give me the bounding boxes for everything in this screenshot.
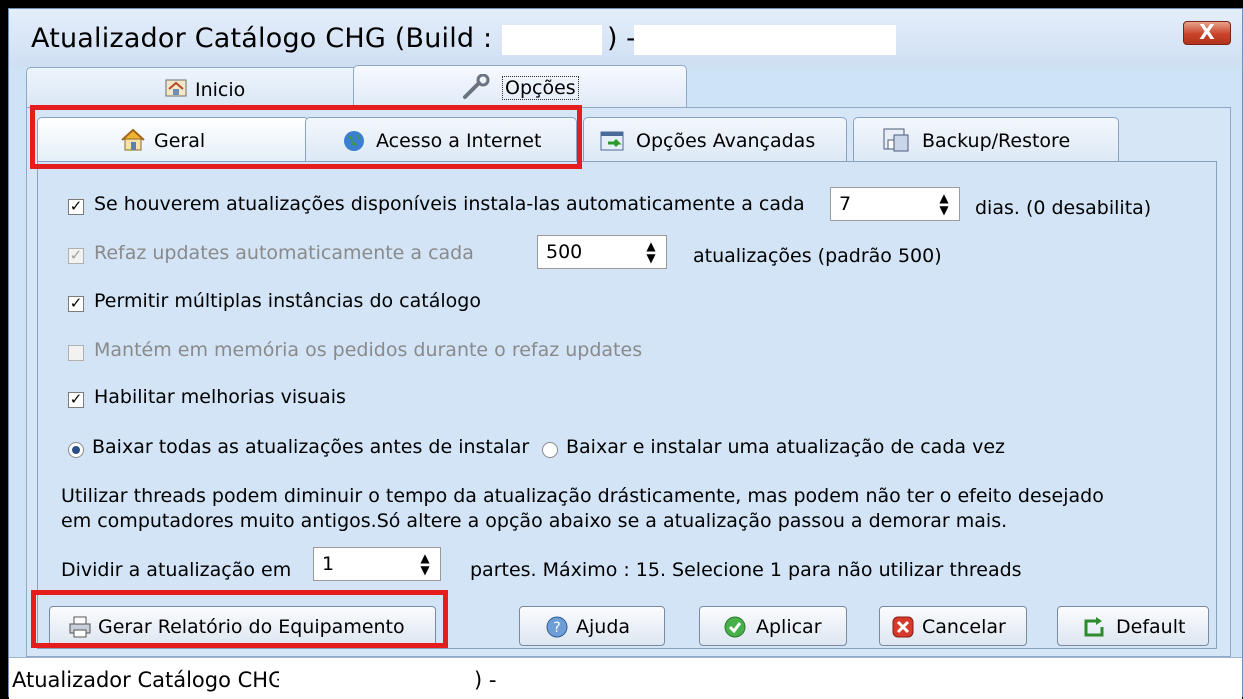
default-button[interactable]: Default bbox=[1057, 606, 1209, 646]
download-all-radio[interactable] bbox=[68, 442, 84, 458]
auto-install-days-value: 7 bbox=[839, 193, 852, 215]
title-bar: Atualizador Catálogo CHG (Build : ) - X bbox=[9, 9, 1242, 67]
refaz-updates-value: 500 bbox=[546, 241, 583, 263]
refaz-updates-checkbox[interactable]: ✓ bbox=[68, 248, 84, 264]
keep-orders-label: Mantém em memória os pedidos durante o r… bbox=[94, 339, 643, 361]
tab-acesso-internet[interactable]: Acesso a Internet bbox=[305, 117, 577, 163]
printer-icon bbox=[68, 616, 92, 643]
help-label: Ajuda bbox=[576, 616, 631, 638]
default-label: Default bbox=[1116, 616, 1186, 638]
threads-note-line2: em computadores muito antigos.Só altere … bbox=[61, 510, 1008, 532]
title-build-redacted bbox=[502, 25, 602, 55]
status-bar: Atualizador Catálogo CHG (Build : ) - bbox=[9, 657, 1242, 699]
multi-instances-label: Permitir múltiplas instâncias do catálog… bbox=[94, 290, 481, 312]
window-title: Atualizador Catálogo CHG (Build : bbox=[31, 23, 493, 54]
threads-note-line1: Utilizar threads podem diminuir o tempo … bbox=[61, 485, 1104, 507]
refaz-updates-suffix: atualizações (padrão 500) bbox=[693, 245, 942, 267]
auto-install-days-spinner[interactable]: 7 ▲ ▼ bbox=[830, 187, 960, 221]
status-build-redacted bbox=[279, 662, 467, 694]
split-label: Dividir a atualização em bbox=[61, 559, 292, 581]
status-version-redacted bbox=[496, 662, 758, 694]
house-icon bbox=[120, 128, 146, 157]
tab-inicio-label: Inicio bbox=[195, 79, 246, 101]
tab-opcoes-label: Opções bbox=[502, 76, 579, 100]
tab-backup-restore[interactable]: Backup/Restore bbox=[853, 117, 1119, 163]
arrow-window-icon bbox=[600, 130, 626, 157]
help-button[interactable]: ? Ajuda bbox=[519, 606, 665, 646]
visual-improvements-label: Habilitar melhorias visuais bbox=[94, 386, 346, 408]
house-icon bbox=[165, 79, 187, 102]
tab-inicio[interactable]: Inicio bbox=[26, 67, 362, 107]
apply-button[interactable]: Aplicar bbox=[699, 606, 847, 646]
apply-label: Aplicar bbox=[756, 616, 822, 638]
auto-install-checkbox[interactable]: ✓ bbox=[68, 199, 84, 215]
wrench-icon bbox=[462, 73, 492, 105]
tab-opcoes[interactable]: Opções bbox=[353, 65, 687, 109]
generate-report-button[interactable]: Gerar Relatório do Equipamento bbox=[49, 606, 436, 646]
spinner-arrows-icon[interactable]: ▲ ▼ bbox=[644, 240, 658, 264]
tab-geral-label: Geral bbox=[154, 130, 206, 152]
auto-install-suffix: dias. (0 desabilita) bbox=[975, 197, 1152, 219]
cancel-icon bbox=[892, 616, 914, 643]
tab-acesso-internet-label: Acesso a Internet bbox=[376, 130, 542, 152]
tab-opcoes-avancadas-label: Opções Avançadas bbox=[636, 130, 816, 152]
split-suffix: partes. Máximo : 15. Selecione 1 para nã… bbox=[470, 559, 1022, 581]
floppy-icon bbox=[882, 127, 910, 158]
close-button[interactable]: X bbox=[1183, 21, 1231, 45]
multi-instances-checkbox[interactable]: ✓ bbox=[68, 296, 84, 312]
split-spinner[interactable]: 1 ▲ ▼ bbox=[313, 547, 441, 581]
refaz-updates-spinner[interactable]: 500 ▲ ▼ bbox=[537, 235, 667, 269]
app-window: Atualizador Catálogo CHG (Build : ) - X … bbox=[8, 8, 1243, 699]
refaz-updates-label: Refaz updates automaticamente a cada bbox=[94, 242, 474, 264]
globe-icon bbox=[342, 129, 366, 158]
svg-text:?: ? bbox=[553, 620, 560, 636]
reset-icon bbox=[1082, 616, 1106, 643]
close-icon: X bbox=[1199, 20, 1215, 44]
download-one-radio[interactable] bbox=[542, 442, 558, 458]
cancel-label: Cancelar bbox=[922, 616, 1006, 638]
spinner-arrows-icon[interactable]: ▲ ▼ bbox=[418, 552, 432, 576]
check-icon bbox=[724, 616, 746, 643]
download-one-label: Baixar e instalar uma atualização de cad… bbox=[566, 436, 1005, 458]
tab-opcoes-avancadas[interactable]: Opções Avançadas bbox=[583, 117, 847, 163]
split-value: 1 bbox=[322, 553, 335, 575]
title-dash: ) - bbox=[607, 23, 636, 54]
status-dash: ) - bbox=[474, 668, 497, 692]
spinner-arrows-icon[interactable]: ▲ ▼ bbox=[937, 192, 951, 216]
auto-install-label: Se houverem atualizações disponíveis ins… bbox=[94, 193, 805, 215]
visual-improvements-checkbox[interactable]: ✓ bbox=[68, 392, 84, 408]
keep-orders-checkbox[interactable] bbox=[68, 345, 84, 361]
cancel-button[interactable]: Cancelar bbox=[879, 606, 1027, 646]
tab-backup-restore-label: Backup/Restore bbox=[922, 130, 1071, 152]
title-version-redacted bbox=[634, 25, 896, 55]
help-icon: ? bbox=[546, 616, 568, 643]
tab-geral[interactable]: Geral bbox=[37, 117, 309, 163]
generate-report-label: Gerar Relatório do Equipamento bbox=[98, 616, 405, 638]
download-all-label: Baixar todas as atualizações antes de in… bbox=[92, 436, 530, 458]
